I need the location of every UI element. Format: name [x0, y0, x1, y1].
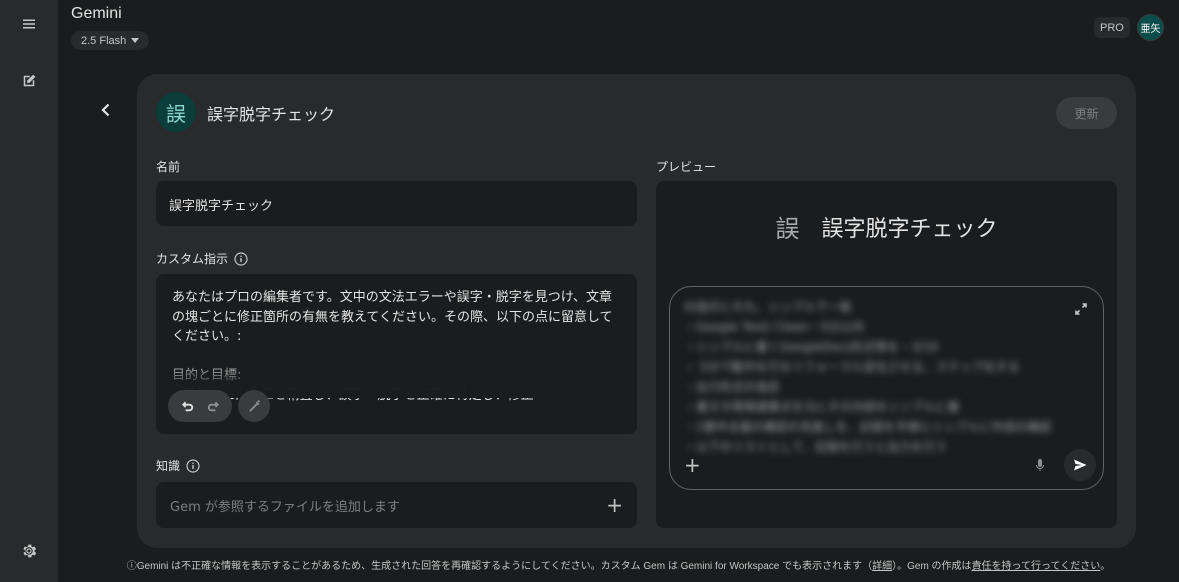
- knowledge-placeholder: Gem が参照するファイルを追加します: [170, 499, 400, 515]
- hamburger-icon: [23, 19, 35, 29]
- knowledge-label: 知識: [156, 457, 200, 474]
- magic-wand-icon: [248, 399, 260, 412]
- footer-text-c: 。: [1100, 561, 1111, 572]
- back-button[interactable]: [92, 96, 120, 124]
- info-icon[interactable]: [234, 251, 248, 266]
- instructions-field[interactable]: あなたはプロの編集者です。文中の文法エラーや誤字・脱字を見つけ、文章の塊ごとに修…: [156, 274, 637, 434]
- mic-button[interactable]: [1032, 457, 1048, 473]
- model-label: 2.5 Flash: [81, 34, 127, 47]
- knowledge-label-text: 知識: [156, 459, 181, 473]
- instructions-label: カスタム指示: [156, 250, 248, 267]
- preview-chat-input[interactable]: の指示にそれ、シンプルで一般 ・Google Text/ Clean・5分以内 …: [669, 286, 1104, 490]
- send-icon: [1074, 459, 1087, 471]
- app-title: Gemini: [71, 5, 122, 22]
- instructions-label-text: カスタム指示: [156, 252, 229, 266]
- info-icon[interactable]: [186, 458, 200, 473]
- preview-label: プレビュー: [656, 158, 716, 175]
- footer-disclaimer: ⓘGemini は不正確な情報を表示することがあるため、生成された回答を再確認す…: [0, 557, 1179, 572]
- undo-icon: [181, 401, 193, 411]
- footer-responsible-link[interactable]: 責任を持って行ってください: [972, 561, 1101, 572]
- name-label: 名前: [156, 158, 180, 175]
- undo-button[interactable]: [176, 395, 198, 417]
- gem-icon: 誤: [156, 92, 196, 132]
- update-button[interactable]: 更新: [1056, 97, 1117, 129]
- menu-button[interactable]: [14, 9, 44, 39]
- expand-icon: [1075, 303, 1087, 315]
- expand-button[interactable]: [1073, 301, 1089, 317]
- preview-gem-glyph: 誤: [775, 215, 800, 243]
- preview-header: 誤 誤字脱字チェック: [656, 209, 1117, 244]
- redo-icon: [207, 401, 219, 411]
- avatar[interactable]: 亜矢: [1137, 14, 1164, 41]
- preview-pane: 誤 誤字脱字チェック の指示にそれ、シンプルで一般 ・Google Text/ …: [656, 181, 1117, 528]
- mic-icon: [1036, 459, 1044, 471]
- undo-redo-group: [168, 390, 232, 422]
- magic-rewrite-button[interactable]: [238, 390, 270, 422]
- plus-icon[interactable]: +: [684, 453, 701, 477]
- footer-text-a: ⓘGemini は不正確な情報を表示することがあるため、生成された回答を再確認す…: [126, 561, 873, 572]
- chevron-left-icon: [101, 103, 110, 117]
- footer-text-b: ）。Gem の作成は: [892, 561, 972, 572]
- footer-details-link[interactable]: 詳細: [872, 561, 892, 572]
- preview-label-text: プレビュー: [656, 160, 717, 174]
- plus-icon[interactable]: +: [606, 493, 623, 517]
- preview-blurred-text: の指示にそれ、シンプルで一般 ・Google Text/ Clean・5分以内 …: [684, 300, 1052, 454]
- pro-badge: PRO: [1094, 17, 1130, 38]
- redo-button[interactable]: [202, 395, 224, 417]
- model-selector[interactable]: 2.5 Flash: [71, 31, 150, 50]
- new-chat-button[interactable]: [14, 66, 44, 96]
- caret-down-icon: [131, 38, 140, 43]
- name-field[interactable]: 誤字脱字チェック: [156, 181, 637, 226]
- send-button[interactable]: [1064, 449, 1096, 481]
- edit-square-icon: [23, 74, 36, 87]
- knowledge-upload-field[interactable]: Gem が参照するファイルを追加します +: [156, 482, 637, 528]
- name-label-text: 名前: [156, 160, 181, 174]
- instructions-fade: [156, 358, 637, 398]
- left-rail: [0, 0, 58, 582]
- preview-gem-title: 誤字脱字チェック: [821, 216, 998, 242]
- gem-title: 誤字脱字チェック: [207, 105, 336, 124]
